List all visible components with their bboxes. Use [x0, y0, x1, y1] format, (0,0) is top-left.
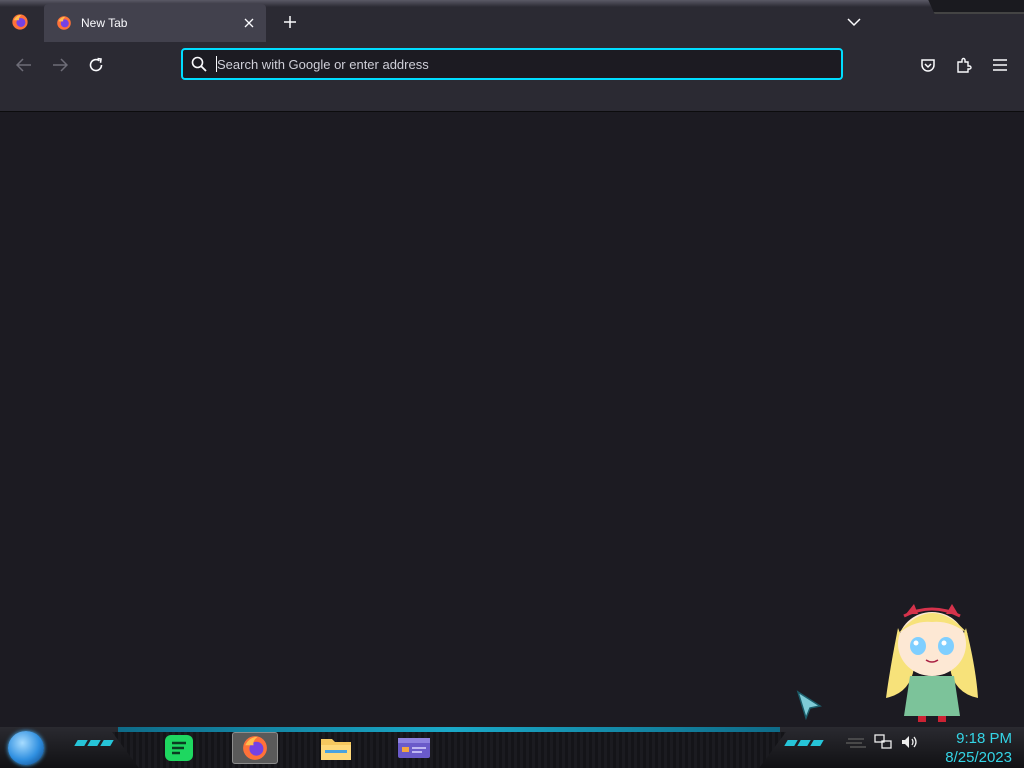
new-tab-button[interactable] — [278, 10, 302, 34]
spotify-icon — [165, 735, 193, 761]
mouse-cursor-icon — [796, 690, 822, 725]
pocket-icon — [921, 59, 935, 72]
extensions-button[interactable] — [952, 53, 976, 77]
firefox-favicon-icon — [56, 15, 72, 31]
taskbar-accent-strip — [118, 727, 780, 732]
left-decoration — [74, 740, 114, 746]
clock-time: 9:18 PM — [956, 730, 1012, 747]
tab-label: New Tab — [81, 16, 128, 30]
search-icon — [191, 56, 207, 72]
reload-button[interactable] — [84, 53, 108, 77]
taskbar — [0, 727, 1024, 768]
folder-icon — [321, 739, 351, 760]
window-decoration — [928, 0, 1024, 14]
forward-icon — [53, 58, 68, 72]
navigation-toolbar — [0, 44, 1024, 112]
extensions-icon — [957, 57, 972, 73]
firefox-icon — [243, 736, 267, 760]
id-card-taskbar-button[interactable] — [394, 732, 434, 764]
system-tray — [846, 734, 918, 750]
tab-strip: New Tab — [0, 0, 1024, 44]
reload-icon — [89, 57, 103, 72]
back-button[interactable] — [12, 53, 36, 77]
close-icon[interactable] — [237, 11, 261, 35]
network-icon[interactable] — [874, 734, 892, 750]
app-menu-button[interactable] — [988, 53, 1012, 77]
page-content — [0, 113, 1024, 727]
tab-new-tab[interactable]: New Tab — [44, 4, 266, 42]
tray-overflow-icon[interactable] — [846, 736, 866, 748]
taskbar-clock[interactable]: 9:18 PM 8/25/2023 — [932, 729, 1012, 767]
file-explorer-taskbar-button[interactable] — [318, 732, 354, 764]
list-all-tabs-button[interactable] — [842, 10, 866, 34]
firefox-taskbar-button[interactable] — [232, 732, 278, 764]
spotify-taskbar-button[interactable] — [162, 732, 196, 764]
address-bar[interactable] — [181, 48, 843, 80]
address-input[interactable] — [217, 56, 841, 72]
volume-icon[interactable] — [900, 734, 918, 750]
menu-icon — [993, 59, 1007, 71]
forward-button[interactable] — [48, 53, 72, 77]
character-sticker — [880, 598, 984, 729]
plus-icon — [284, 16, 296, 28]
taskbar-dock — [112, 732, 786, 768]
start-button[interactable] — [8, 731, 44, 765]
clock-date: 8/25/2023 — [945, 749, 1012, 766]
right-decoration — [784, 740, 824, 746]
chevron-down-icon — [847, 17, 861, 26]
save-to-pocket-button[interactable] — [916, 53, 940, 77]
id-card-icon — [398, 738, 430, 758]
firefox-app-icon[interactable] — [10, 12, 30, 32]
back-icon — [16, 58, 31, 72]
